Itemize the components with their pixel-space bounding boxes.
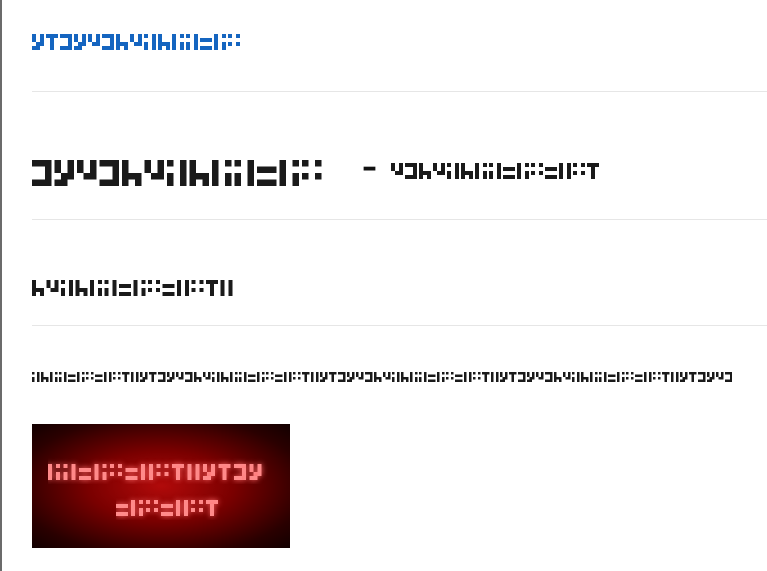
banner-line-1: ᐅᖃᐅᓯᖅ ᐃᓄᒃᑎᑐᑦ ᐅᖃᐅᓯᖅ (48, 458, 280, 488)
section-heading-glyphs (32, 280, 233, 296)
neon-banner-image: ᐅᖃᐅᓯᖅ ᐃᓄᒃᑎᑐᑦ ᐅᖃᐅᓯᖅ ᐅᖃᐅᓯᖅ. (32, 424, 290, 548)
divider-bottom (32, 325, 767, 326)
section-heading: ᐊᑐᐃᓐᓇᐅᔪᖅ ᐊᑐᕐᓂᖅ (32, 270, 246, 300)
divider-middle (32, 219, 767, 220)
page-title-secondary-glyphs (391, 163, 599, 179)
site-title-glyphs (32, 34, 240, 50)
body-paragraph-glyphs (32, 372, 751, 382)
page-title-main-glyphs (32, 160, 322, 186)
banner-line-2-glyphs (116, 500, 218, 516)
page: ᐃᓄᒃᑎᑐᑦ ᐅᖃᐅᓯᖅ ᐃᓄᒃᑎᑐᑦ – ᐃᓄᒃᑎᑐᑦ ᐅᖃᐅᓯᖅ ᐊᑐᐃᓐᓇ… (0, 0, 767, 571)
banner-line-2: ᐅᖃᐅᓯᖅ. (116, 494, 236, 524)
page-title: ᐃᓄᒃᑎᑐᑦ – ᐃᓄᒃᑎᑐᑦ ᐅᖃᐅᓯᖅ (32, 146, 613, 190)
body-paragraph: ᐅᖃᐅᓯᖅ ᐅᔾᔨᕆᔭᐅᓂᖅ ᐊᑐᕐᓂᐊᖅᑐᖅ ᐅᓇ ᑲᒪᔪᖅ ᐃᓚᒋᔭᐅᔪᖅ … (32, 364, 751, 386)
banner-line-1-glyphs (48, 464, 262, 480)
page-title-dash: – (362, 150, 377, 185)
divider-top (32, 91, 767, 92)
site-title-link[interactable]: ᐃᓄᒃᑎᑐᑦ ᐅᖃᐅᓯᖅ (32, 24, 252, 54)
